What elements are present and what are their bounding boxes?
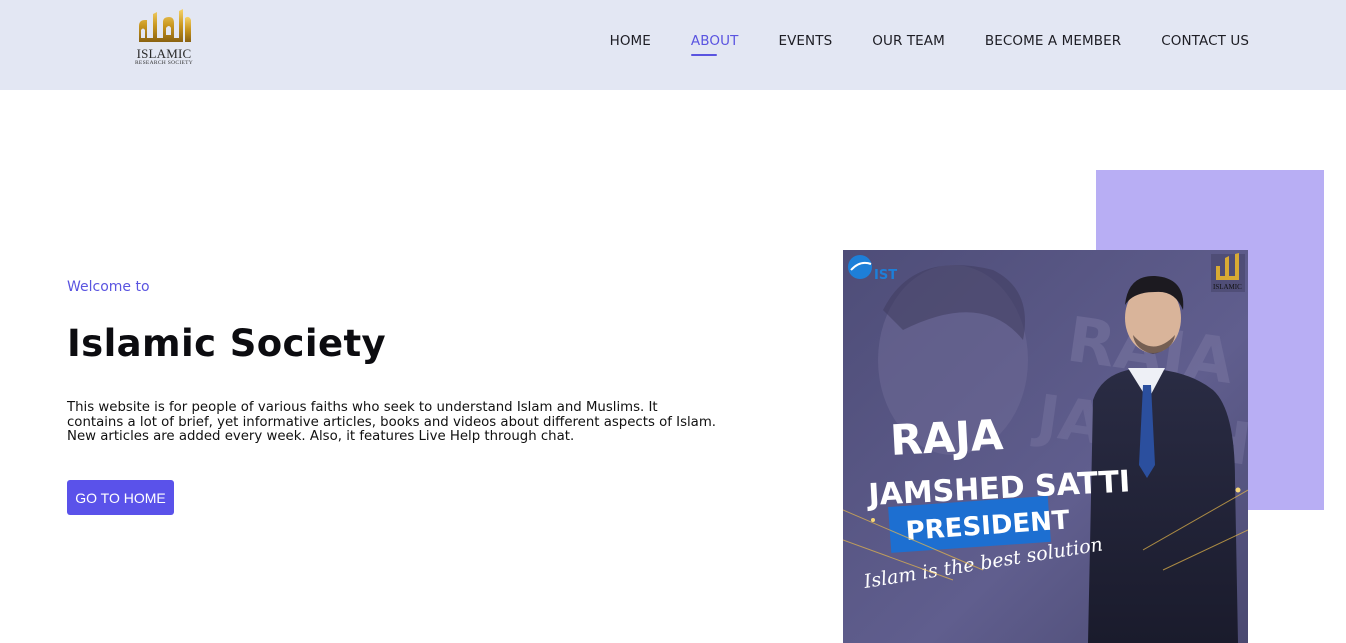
ist-logo-icon xyxy=(848,255,872,279)
nav-become-a-member[interactable]: BECOME A MEMBER xyxy=(985,33,1121,49)
poster-ist-text: IST xyxy=(874,268,897,283)
nav-home[interactable]: HOME xyxy=(610,33,651,49)
nav-about[interactable]: ABOUT xyxy=(690,33,739,56)
poster-society-text: ISLAMIC xyxy=(1213,283,1242,291)
president-poster-image: RAJA JAMSHE IST ISLAMIC RAJA JAMSHED SAT… xyxy=(843,250,1248,643)
site-logo[interactable]: ISLAMIC RESEARCH SOCIETY xyxy=(128,8,200,72)
poster-graphic: RAJA JAMSHE IST ISLAMIC RAJA JAMSHED SAT… xyxy=(843,250,1248,643)
main-nav: HOME ABOUT EVENTS OUR TEAM BECOME A MEMB… xyxy=(610,33,1249,56)
logo-name: ISLAMIC xyxy=(136,46,192,61)
go-to-home-button[interactable]: GO TO HOME xyxy=(67,480,174,515)
nav-contact-us[interactable]: CONTACT US xyxy=(1161,33,1249,49)
logo-subtitle: RESEARCH SOCIETY xyxy=(134,60,194,66)
nav-our-team[interactable]: OUR TEAM xyxy=(872,33,945,49)
page-title: Islamic Society xyxy=(67,322,387,365)
nav-events[interactable]: EVENTS xyxy=(778,33,832,49)
site-header: ISLAMIC RESEARCH SOCIETY HOME ABOUT EVEN… xyxy=(0,0,1346,90)
poster-name-line-1: RAJA xyxy=(889,410,1005,465)
hero-description: This website is for people of various fa… xyxy=(67,400,717,444)
islamic-society-logo-icon xyxy=(139,9,191,42)
welcome-text: Welcome to xyxy=(67,279,150,295)
